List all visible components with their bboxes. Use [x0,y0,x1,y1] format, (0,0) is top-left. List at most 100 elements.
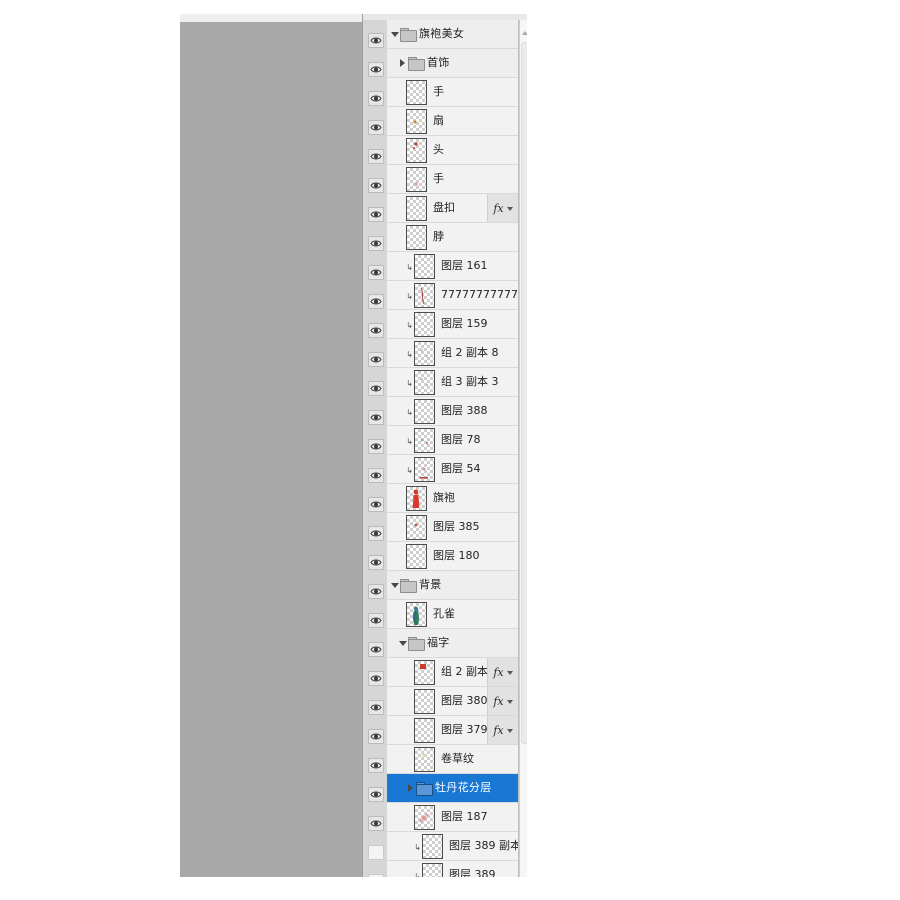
layer-row[interactable]: 脖 [387,223,518,252]
layer-row[interactable]: 图层 187 [387,803,518,832]
visibility-toggle-on[interactable] [368,613,384,628]
layer-group-row[interactable]: 首饰 [387,49,518,78]
layer-thumbnail[interactable] [414,688,435,714]
layer-name[interactable]: 福字 [427,636,518,650]
layer-name[interactable]: 卷草纹 [441,752,518,766]
visibility-toggle-on[interactable] [368,729,384,744]
chevron-right-icon[interactable] [397,49,408,77]
chevron-down-icon[interactable] [389,571,400,599]
layer-row[interactable]: 孔雀 [387,600,518,629]
layer-thumbnail[interactable] [414,427,435,453]
layer-thumbnail[interactable] [414,717,435,743]
layer-name[interactable]: 777777777777… [441,288,518,302]
layer-thumbnail[interactable] [406,137,427,163]
layer-thumbnail[interactable] [414,340,435,366]
visibility-toggle-on[interactable] [368,62,384,77]
layer-name[interactable]: 组 3 副本 3 [441,375,518,389]
layer-name[interactable]: 图层 385 [433,520,518,534]
layer-name[interactable]: 图层 161 [441,259,518,273]
chevron-down-icon[interactable] [506,728,513,733]
layer-name[interactable]: 旗袍美女 [419,27,518,41]
layer-name[interactable]: 图层 389 [449,868,518,877]
layer-name[interactable]: 头 [433,143,518,157]
layer-row[interactable]: 头 [387,136,518,165]
layer-name[interactable]: 手 [433,85,518,99]
layer-group-row[interactable]: 背景 [387,571,518,600]
visibility-toggle-off[interactable] [368,874,384,877]
layer-row[interactable]: ↳ 图层 388 [387,397,518,426]
layer-effects-badge[interactable]: fx [487,658,518,686]
layer-effects-badge[interactable]: fx [487,716,518,744]
chevron-down-icon[interactable] [397,629,408,657]
layer-group-row[interactable]: 牡丹花分层 [387,774,518,803]
layer-row[interactable]: ↳ 组 3 副本 3 [387,368,518,397]
layer-name[interactable]: 旗袍 [433,491,518,505]
layer-thumbnail[interactable] [406,514,427,540]
layer-thumbnail[interactable] [414,369,435,395]
layer-thumbnail[interactable] [406,195,427,221]
visibility-toggle-on[interactable] [368,149,384,164]
chevron-right-icon[interactable] [405,774,416,802]
layer-row[interactable]: ↳ 图层 389 [387,861,518,877]
visibility-toggle-on[interactable] [368,439,384,454]
visibility-toggle-on[interactable] [368,265,384,280]
layer-thumbnail[interactable] [406,224,427,250]
visibility-toggle-on[interactable] [368,555,384,570]
layer-name[interactable]: 图层 187 [441,810,518,824]
visibility-toggle-on[interactable] [368,497,384,512]
visibility-toggle-on[interactable] [368,178,384,193]
layer-row[interactable]: 手 [387,78,518,107]
visibility-toggle-on[interactable] [368,526,384,541]
visibility-toggle-on[interactable] [368,323,384,338]
visibility-toggle-off[interactable] [368,845,384,860]
layer-row[interactable]: 扇 [387,107,518,136]
layer-row[interactable]: 盘扣 fx [387,194,518,223]
visibility-toggle-on[interactable] [368,758,384,773]
layer-row[interactable]: ↳ 图层 161 [387,252,518,281]
visibility-toggle-on[interactable] [368,787,384,802]
chevron-down-icon[interactable] [506,670,513,675]
layer-thumbnail[interactable] [406,79,427,105]
visibility-toggle-on[interactable] [368,381,384,396]
layer-row[interactable]: ↳ 图层 159 [387,310,518,339]
visibility-toggle-on[interactable] [368,207,384,222]
layer-thumbnail[interactable] [414,253,435,279]
layer-effects-badge[interactable]: fx [487,194,518,222]
layer-thumbnail[interactable] [422,833,443,859]
visibility-toggle-on[interactable] [368,236,384,251]
layer-group-row[interactable]: 旗袍美女 [387,20,518,49]
layers-scrollbar[interactable] [519,20,527,877]
visibility-toggle-on[interactable] [368,671,384,686]
visibility-toggle-on[interactable] [368,410,384,425]
layer-row[interactable]: ↳ 图层 78 [387,426,518,455]
visibility-toggle-on[interactable] [368,816,384,831]
layer-name[interactable]: 孔雀 [433,607,518,621]
layer-row[interactable]: ↳ 图层 389 副本 [387,832,518,861]
visibility-toggle-on[interactable] [368,468,384,483]
chevron-up-icon[interactable] [520,28,527,37]
layer-thumbnail[interactable] [414,398,435,424]
layer-thumbnail[interactable] [414,804,435,830]
layer-name[interactable]: 图层 388 [441,404,518,418]
layer-group-row[interactable]: 福字 [387,629,518,658]
chevron-down-icon[interactable] [389,20,400,48]
layer-row[interactable]: 图层 385 [387,513,518,542]
layer-thumbnail[interactable] [406,108,427,134]
layer-name[interactable]: 手 [433,172,518,186]
layer-row[interactable]: ↳ 777777777777… [387,281,518,310]
layer-row[interactable]: 图层 380 fx [387,687,518,716]
visibility-toggle-on[interactable] [368,33,384,48]
layers-list[interactable]: 旗袍美女首饰手扇头手盘扣fx脖↳图层 161↳777777777777…↳图层 … [387,20,519,877]
visibility-toggle-on[interactable] [368,642,384,657]
visibility-toggle-on[interactable] [368,294,384,309]
visibility-toggle-on[interactable] [368,120,384,135]
layer-thumbnail[interactable] [414,746,435,772]
layer-name[interactable]: 组 2 副本 8 [441,346,518,360]
layer-name[interactable]: 背景 [419,578,518,592]
visibility-toggle-on[interactable] [368,91,384,106]
layer-name[interactable]: 图层 159 [441,317,518,331]
layer-thumbnail[interactable] [406,166,427,192]
layer-name[interactable]: 图层 180 [433,549,518,563]
layer-name[interactable]: 图层 389 副本 [449,839,518,853]
visibility-toggle-on[interactable] [368,352,384,367]
